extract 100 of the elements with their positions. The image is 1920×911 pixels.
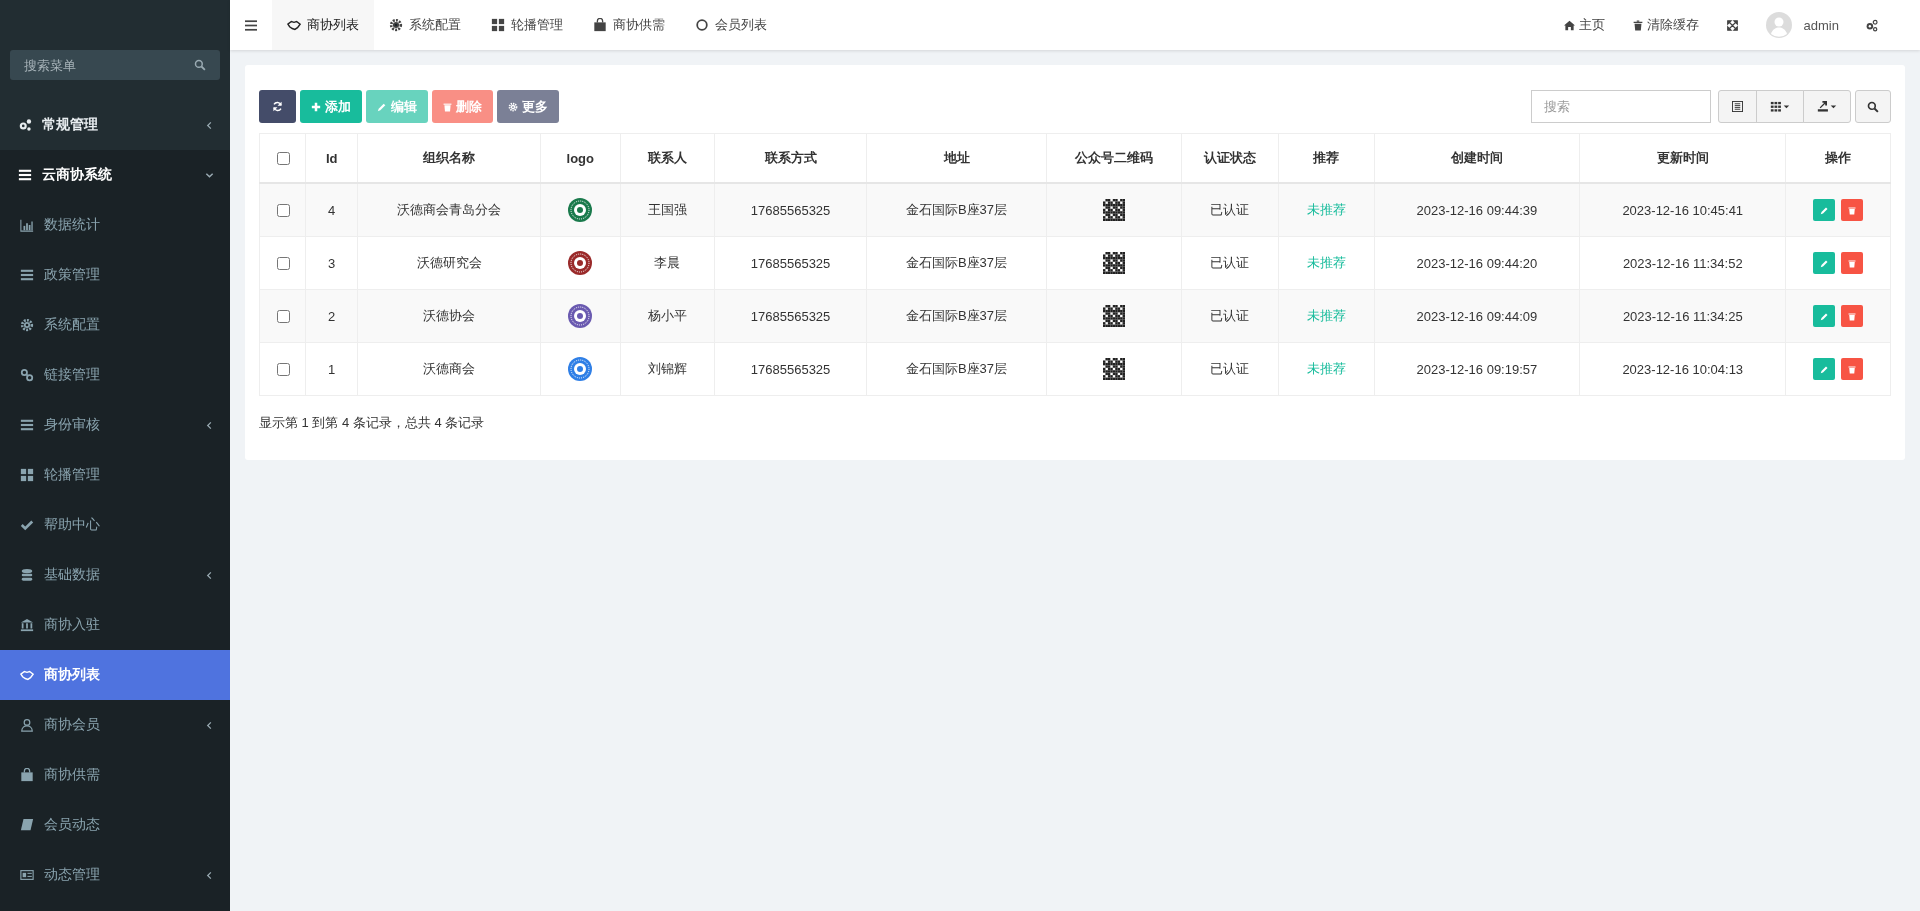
header-link[interactable]: 清除缓存 bbox=[1632, 16, 1699, 34]
sidebar-item[interactable]: 身份审核 bbox=[0, 400, 230, 450]
pencil-icon bbox=[1819, 205, 1829, 215]
home-icon bbox=[1563, 19, 1575, 31]
sidebar-item[interactable]: 会员动态 bbox=[0, 800, 230, 850]
export-caret-icon bbox=[1817, 101, 1837, 112]
table-cell: 2023-12-16 11:34:52 bbox=[1579, 236, 1786, 290]
sidebar-item[interactable]: 商协列表 bbox=[0, 650, 230, 700]
sidebar-item[interactable]: 链接管理 bbox=[0, 350, 230, 400]
table-cell: 未推荐 bbox=[1278, 342, 1375, 396]
table-cell: 杨小平 bbox=[620, 289, 715, 343]
toggle-view-button[interactable] bbox=[1718, 90, 1757, 123]
gear-icon bbox=[508, 101, 518, 112]
sidebar-item[interactable]: 云商协系统 bbox=[0, 150, 230, 200]
search-field[interactable]: 搜索 bbox=[1531, 90, 1711, 123]
table-cell: 17685565325 bbox=[714, 183, 867, 237]
qr-code-icon bbox=[1102, 199, 1125, 221]
table-cell: 沃德协会 bbox=[357, 289, 541, 343]
search-icon bbox=[1867, 100, 1879, 113]
table-cell: 金石国际B座37层 bbox=[866, 342, 1047, 396]
table-cell: 2023-12-16 09:44:09 bbox=[1374, 289, 1580, 343]
more-button[interactable]: 更多 bbox=[497, 90, 559, 123]
trash-icon bbox=[1848, 258, 1856, 268]
menu-icon[interactable] bbox=[245, 19, 257, 31]
table-cell: 已认证 bbox=[1181, 342, 1279, 396]
tab[interactable]: 商协列表 bbox=[272, 0, 374, 50]
table-cell: 已认证 bbox=[1181, 236, 1279, 290]
user-menu[interactable]: admin bbox=[1765, 12, 1839, 38]
columns-button[interactable] bbox=[1756, 90, 1804, 123]
sidebar-item[interactable]: 帮助中心 bbox=[0, 500, 230, 550]
table-cell: 未推荐 bbox=[1278, 289, 1375, 343]
sidebar-item[interactable]: 数据统计 bbox=[0, 200, 230, 250]
check-icon bbox=[20, 518, 34, 532]
sidebar-item[interactable]: 商协供需 bbox=[0, 750, 230, 800]
edit-button[interactable] bbox=[1813, 199, 1836, 221]
header-link[interactable]: 主页 bbox=[1563, 16, 1605, 34]
table-cell: 李晨 bbox=[620, 236, 715, 290]
tab[interactable]: 会员列表 bbox=[680, 0, 782, 50]
pencil-icon bbox=[1819, 311, 1829, 321]
delete-button[interactable] bbox=[1841, 199, 1863, 221]
bank-icon bbox=[20, 618, 34, 632]
table-cell: 2023-12-16 11:34:25 bbox=[1579, 289, 1786, 343]
sidebar-item[interactable]: 商协会员 bbox=[0, 700, 230, 750]
sidebar-item[interactable]: 轮播管理 bbox=[0, 450, 230, 500]
delete-button[interactable] bbox=[1841, 252, 1863, 274]
row-checkbox[interactable] bbox=[276, 362, 290, 376]
list-icon bbox=[1732, 101, 1743, 112]
menu-search-field[interactable]: 搜索菜单 bbox=[10, 50, 220, 80]
user-icon bbox=[20, 718, 34, 732]
table-cell: 沃德商会 bbox=[357, 342, 541, 396]
edit-button[interactable] bbox=[1813, 358, 1836, 380]
table-cell: 未推荐 bbox=[1278, 183, 1375, 237]
chevron-left-icon bbox=[205, 870, 214, 880]
trash-icon bbox=[443, 101, 452, 112]
sidebar-item[interactable]: 常规管理 bbox=[0, 100, 230, 150]
delete-button[interactable] bbox=[1841, 305, 1863, 327]
table-cell: 4 bbox=[305, 183, 358, 237]
pagination-info: 显示第 1 到第 4 条记录，总共 4 条记录 bbox=[259, 414, 486, 432]
link-icon bbox=[20, 368, 34, 382]
row-checkbox[interactable] bbox=[276, 309, 290, 323]
grid-icon bbox=[491, 18, 505, 32]
bag-icon bbox=[20, 768, 34, 782]
table-cell: 王国强 bbox=[620, 183, 715, 237]
qr-code-icon bbox=[1102, 358, 1125, 380]
trash-icon bbox=[1848, 311, 1856, 321]
export-button[interactable] bbox=[1803, 90, 1851, 123]
database-icon bbox=[20, 568, 34, 582]
fullscreen-icon[interactable] bbox=[1726, 19, 1738, 31]
sidebar-item[interactable]: 政策管理 bbox=[0, 250, 230, 300]
edit-button[interactable] bbox=[1813, 305, 1836, 327]
refresh-icon bbox=[272, 101, 283, 112]
row-checkbox[interactable] bbox=[276, 203, 290, 217]
pencil-icon bbox=[377, 101, 387, 112]
table-cell: 2023-12-16 10:04:13 bbox=[1579, 342, 1786, 396]
tab[interactable]: 系统配置 bbox=[374, 0, 476, 50]
select-all-checkbox[interactable] bbox=[276, 151, 290, 165]
tab[interactable]: 轮播管理 bbox=[476, 0, 578, 50]
table-cell: 金石国际B座37层 bbox=[866, 236, 1047, 290]
edit-button[interactable] bbox=[1813, 252, 1836, 274]
refresh-button[interactable] bbox=[259, 90, 296, 123]
delete-button[interactable] bbox=[1841, 358, 1863, 380]
table-cell: 2023-12-16 10:45:41 bbox=[1579, 183, 1786, 237]
book-icon bbox=[20, 818, 34, 832]
sidebar-item[interactable]: 系统配置 bbox=[0, 300, 230, 350]
sidebar-item[interactable]: 商协入驻 bbox=[0, 600, 230, 650]
sidebar-item[interactable]: 基础数据 bbox=[0, 550, 230, 600]
grid-caret-icon bbox=[1770, 101, 1790, 112]
row-checkbox[interactable] bbox=[276, 256, 290, 270]
sidebar-item[interactable]: 动态管理 bbox=[0, 850, 230, 900]
table-cell: 沃德商会青岛分会 bbox=[357, 183, 541, 237]
search-icon bbox=[194, 59, 206, 71]
gears-icon bbox=[18, 118, 32, 132]
list-icon bbox=[18, 168, 32, 182]
table-cell: 17685565325 bbox=[714, 289, 867, 343]
table-cell: 17685565325 bbox=[714, 236, 867, 290]
tab[interactable]: 商协供需 bbox=[578, 0, 680, 50]
bar-chart-icon bbox=[20, 218, 34, 232]
gears-icon[interactable] bbox=[1865, 18, 1878, 32]
table-cell: 刘锦辉 bbox=[620, 342, 715, 396]
search-button[interactable] bbox=[1855, 90, 1891, 123]
